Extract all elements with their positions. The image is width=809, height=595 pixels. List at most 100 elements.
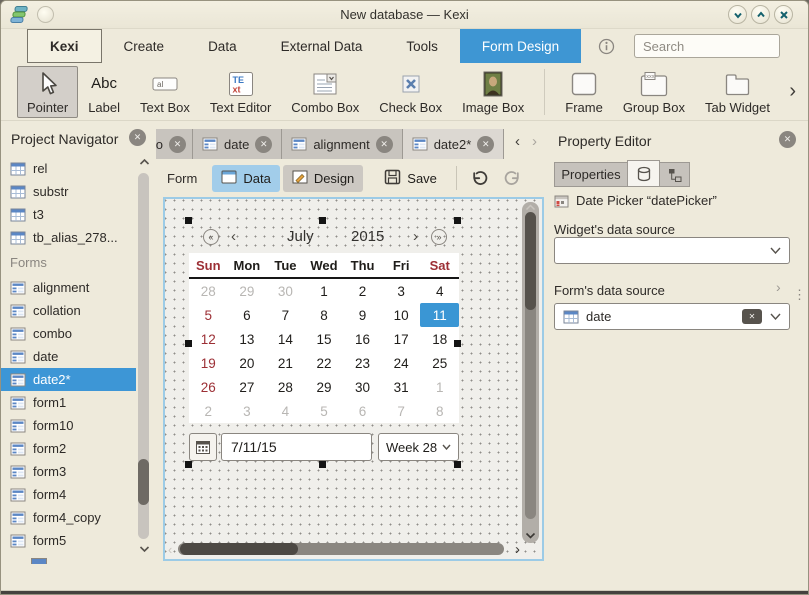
calendar-day-cell[interactable]: 31 <box>382 375 421 399</box>
tool-group-box[interactable]: xxxGroup Box <box>613 66 695 118</box>
doc-tab-date[interactable]: date✕ <box>193 129 282 159</box>
doc-tab-date2[interactable]: date2*✕ <box>403 129 505 159</box>
sidebar-scrollbar-thumb[interactable] <box>138 459 149 505</box>
data-view-button[interactable]: Data <box>212 165 279 192</box>
menu-tab-create[interactable]: Create <box>102 29 187 63</box>
calendar-day-cell[interactable]: 22 <box>305 351 344 375</box>
calendar-day-cell[interactable]: 5 <box>189 303 228 327</box>
tool-image-box[interactable]: Image Box <box>452 66 534 118</box>
calendar-day-cell[interactable]: 3 <box>382 279 421 303</box>
doc-tab-o[interactable]: o✕ <box>156 129 193 159</box>
scroll-up-icon[interactable] <box>138 158 150 166</box>
calendar-day-cell[interactable]: 18 <box>420 327 459 351</box>
scroll-left-icon[interactable]: ‹ <box>168 542 172 557</box>
sidebar-item-collation[interactable]: collation <box>1 299 136 322</box>
calendar-day-cell[interactable]: 4 <box>420 279 459 303</box>
calendar-month-label[interactable]: July <box>287 228 314 245</box>
scroll-down-icon[interactable] <box>522 532 539 539</box>
selection-handle-bottom-right[interactable] <box>454 461 461 468</box>
minimize-button[interactable] <box>728 5 747 24</box>
sidebar-item-date2[interactable]: date2* <box>1 368 136 391</box>
calendar-day-cell[interactable]: 7 <box>266 303 305 327</box>
calendar-day-cell[interactable]: 12 <box>189 327 228 351</box>
menu-tab-form-design[interactable]: Form Design <box>460 29 581 63</box>
calendar-day-cell[interactable]: 19 <box>189 351 228 375</box>
sidebar-item-t3[interactable]: t3 <box>1 203 136 226</box>
calendar-year-label[interactable]: 2015 <box>351 228 384 245</box>
calendar-day-cell[interactable]: 14 <box>266 327 305 351</box>
calendar-day-cell[interactable]: 2 <box>343 279 382 303</box>
sidebar-item-alignment[interactable]: alignment <box>1 276 136 299</box>
calendar-day-cell[interactable]: 4 <box>266 399 305 423</box>
calendar-day-cell[interactable]: 3 <box>228 399 267 423</box>
week-dropdown[interactable]: Week 28 <box>378 433 459 461</box>
next-month-icon[interactable]: › <box>413 228 418 245</box>
calendar-day-cell[interactable]: 30 <box>343 375 382 399</box>
calendar-day-cell[interactable]: 26 <box>189 375 228 399</box>
maximize-button[interactable] <box>751 5 770 24</box>
close-icon[interactable]: ✕ <box>477 136 494 153</box>
canvas-vertical-scrollbar[interactable] <box>522 202 539 543</box>
tool-text-editor[interactable]: TExtText Editor <box>200 66 281 118</box>
tool-check-box[interactable]: Check Box <box>369 66 452 118</box>
calendar-day-cell[interactable]: 6 <box>343 399 382 423</box>
sidebar-item-combo[interactable]: combo <box>1 322 136 345</box>
sidebar-item-rel[interactable]: rel <box>1 157 136 180</box>
save-button[interactable]: Save <box>375 165 446 192</box>
sidebar-item-form10[interactable]: form10 <box>1 414 136 437</box>
scrollbar-thumb[interactable] <box>525 212 536 310</box>
tool-pointer[interactable]: Pointer <box>17 66 78 118</box>
sidebar-item-form4-copy[interactable]: form4_copy <box>1 506 136 529</box>
calendar-day-cell[interactable]: 6 <box>228 303 267 327</box>
tab-data-source[interactable] <box>627 160 660 187</box>
selection-handle-mid-right[interactable] <box>454 340 461 347</box>
next-year-icon[interactable]: » <box>431 229 447 245</box>
calendar-day-cell[interactable]: 29 <box>305 375 344 399</box>
form-menu[interactable]: Form <box>167 171 197 186</box>
close-icon[interactable]: ✕ <box>169 136 186 153</box>
form-design-canvas[interactable]: « ‹ July 2015 › » SunMonTueWedThuFriSat … <box>163 197 544 561</box>
calendar-day-cell[interactable]: 21 <box>266 351 305 375</box>
sidebar-item-date[interactable]: date <box>1 345 136 368</box>
selection-handle-bottom-center[interactable] <box>319 461 326 468</box>
doc-tab-alignment[interactable]: alignment✕ <box>282 129 402 159</box>
calendar-day-cell[interactable]: 9 <box>343 303 382 327</box>
tabs-scroll-left-icon[interactable]: ‹ <box>511 133 524 150</box>
date-input[interactable] <box>221 433 372 461</box>
calendar-day-cell[interactable]: 8 <box>420 399 459 423</box>
calendar-day-cell[interactable]: 11 <box>420 303 459 327</box>
widget-data-source-select[interactable] <box>554 237 790 264</box>
calendar-day-cell[interactable]: 1 <box>305 279 344 303</box>
close-icon[interactable]: ✕ <box>779 131 796 148</box>
calendar-day-cell[interactable]: 16 <box>343 327 382 351</box>
calendar-day-cell[interactable]: 25 <box>420 351 459 375</box>
calendar-day-cell[interactable]: 8 <box>305 303 344 327</box>
canvas-horizontal-scrollbar[interactable]: ‹ <box>170 542 506 556</box>
tab-properties[interactable]: Properties <box>554 162 628 187</box>
tabs-scroll-right-icon[interactable]: › <box>528 133 541 150</box>
scrollbar-thumb[interactable] <box>180 543 298 555</box>
calendar-day-cell[interactable]: 20 <box>228 351 267 375</box>
undo-icon[interactable] <box>469 170 489 187</box>
previous-year-icon[interactable]: « <box>203 229 219 245</box>
calendar-day-cell[interactable]: 7 <box>382 399 421 423</box>
calendar-day-cell[interactable]: 29 <box>228 279 267 303</box>
expand-chevron-icon[interactable]: › <box>776 279 781 295</box>
calendar-day-cell[interactable]: 13 <box>228 327 267 351</box>
selection-handle-top-right[interactable] <box>454 217 461 224</box>
calendar-day-cell[interactable]: 24 <box>382 351 421 375</box>
menu-tab-data[interactable]: Data <box>186 29 259 63</box>
sidebar-item-form3[interactable]: form3 <box>1 460 136 483</box>
sidebar-item-form2[interactable]: form2 <box>1 437 136 460</box>
tool-text-box[interactable]: alText Box <box>130 66 200 118</box>
form-data-source-select[interactable]: date ✕ <box>554 303 790 330</box>
close-icon[interactable]: ✕ <box>255 136 272 153</box>
design-view-button[interactable]: Design <box>283 165 363 192</box>
toolbar-overflow-chevron-icon[interactable]: › <box>789 80 796 103</box>
scroll-down-icon[interactable] <box>138 545 150 553</box>
calendar-day-cell[interactable]: 27 <box>228 375 267 399</box>
previous-month-icon[interactable]: ‹ <box>231 228 236 245</box>
calendar-day-cell[interactable]: 10 <box>382 303 421 327</box>
sidebar-item-tb-alias-278[interactable]: tb_alias_278... <box>1 226 136 249</box>
scroll-right-icon[interactable]: › <box>515 542 520 557</box>
